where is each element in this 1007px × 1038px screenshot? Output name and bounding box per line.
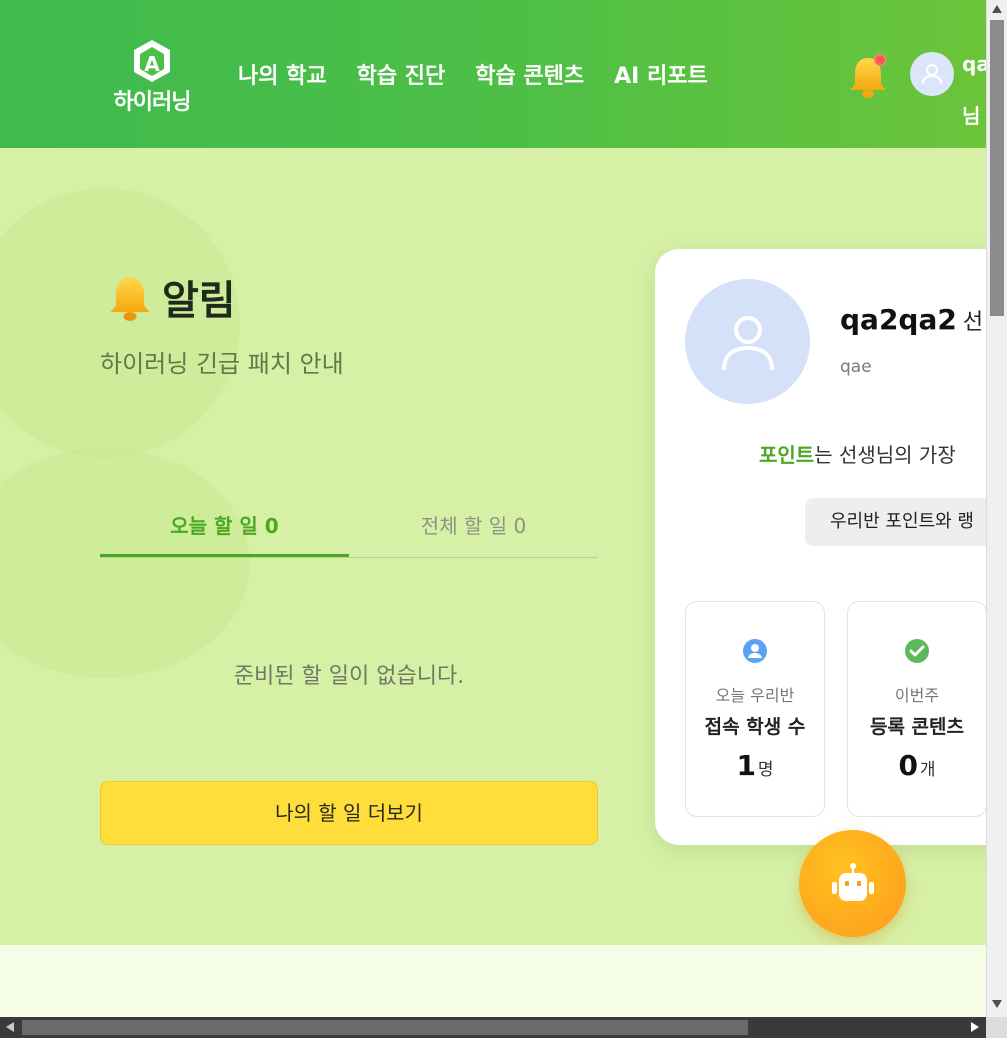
- nav-my-school[interactable]: 나의 학교: [238, 58, 327, 90]
- todo-tabs: 오늘 할 일 0 전체 할 일 0: [100, 504, 598, 558]
- profile-name: qa2qa2 선: [840, 303, 983, 336]
- nav-ai-report[interactable]: AI 리포트: [614, 58, 708, 90]
- page: A 하이러닝 나의 학교 학습 진단 학습 콘텐츠 AI 리포트 qa 님 알림…: [0, 0, 986, 1017]
- notice-title: 알림: [104, 268, 236, 326]
- stat-value: 1명: [686, 749, 824, 782]
- profile-name-suffix: 선: [962, 310, 984, 335]
- stat-card-students: 오늘 우리반 접속 학생 수 1명: [685, 601, 825, 817]
- notification-button[interactable]: [846, 52, 890, 100]
- stat-value: 0개: [848, 749, 986, 782]
- check-circle-icon: [905, 639, 929, 663]
- stat-label-top: 이번주: [894, 686, 940, 705]
- todo-empty-message: 준비된 할 일이 없습니다.: [233, 664, 465, 689]
- logo-text: 하이러닝: [113, 90, 192, 115]
- nav-learning-diagnosis[interactable]: 학습 진단: [357, 58, 446, 90]
- stat-unit: 명: [757, 760, 774, 780]
- logo[interactable]: A 하이러닝: [104, 38, 200, 115]
- tab-all-todo[interactable]: 전체 할 일 0: [349, 504, 598, 557]
- points-description: 포인트는 선생님의 가장: [759, 439, 956, 468]
- horizontal-scroll-thumb[interactable]: [22, 1020, 748, 1035]
- scroll-up-arrow-icon[interactable]: [992, 5, 1002, 13]
- main-nav: 나의 학교 학습 진단 학습 콘텐츠 AI 리포트: [238, 58, 708, 90]
- stat-unit: 개: [919, 760, 936, 780]
- class-points-ranking-button[interactable]: 우리반 포인트와 랭: [805, 498, 986, 546]
- user-name[interactable]: qa 님: [962, 38, 986, 142]
- profile-card: qa2qa2 선 qae 포인트는 선생님의 가장 우리반 포인트와 랭 오늘 우…: [655, 249, 986, 845]
- user-circle-icon: [743, 639, 767, 663]
- stat-number: 1: [736, 749, 756, 782]
- profile-id: qae: [840, 357, 872, 377]
- bell-icon: [110, 277, 150, 321]
- main-section: 알림 하이러닝 긴급 패치 안내 오늘 할 일 0 전체 할 일 0 준비된 할…: [0, 148, 986, 945]
- scroll-right-arrow-icon[interactable]: [971, 1022, 979, 1032]
- profile-avatar: [685, 279, 810, 404]
- top-header: A 하이러닝 나의 학교 학습 진단 학습 콘텐츠 AI 리포트 qa 님: [0, 0, 986, 148]
- scroll-down-arrow-icon[interactable]: [992, 1000, 1002, 1008]
- nav-learning-content[interactable]: 학습 콘텐츠: [475, 58, 584, 90]
- user-icon: [922, 64, 942, 85]
- stat-number: 0: [898, 749, 918, 782]
- points-text: 는 선생님의 가장: [814, 443, 956, 467]
- vertical-scrollbar[interactable]: [986, 0, 1007, 1017]
- robot-icon: [831, 862, 874, 901]
- vertical-scroll-thumb[interactable]: [990, 20, 1004, 316]
- user-name-line1: qa: [962, 52, 986, 76]
- tab-today-todo[interactable]: 오늘 할 일 0: [100, 504, 349, 557]
- profile-name-text: qa2qa2: [840, 303, 957, 336]
- stat-label-top: 오늘 우리반: [715, 686, 795, 705]
- horizontal-scrollbar[interactable]: [0, 1017, 986, 1038]
- points-highlight: 포인트: [759, 443, 815, 467]
- scrollbar-corner: [986, 1017, 1007, 1038]
- notice-link[interactable]: 하이러닝 긴급 패치 안내: [100, 344, 344, 379]
- notice-title-text: 알림: [162, 278, 236, 324]
- notification-badge: [874, 54, 886, 66]
- stat-card-contents: 이번주 등록 콘텐츠 0개: [847, 601, 986, 817]
- ai-chatbot-button[interactable]: [799, 830, 906, 937]
- user-avatar[interactable]: [910, 52, 954, 96]
- stat-label-main: 등록 콘텐츠: [869, 716, 964, 738]
- svg-text:A: A: [144, 52, 160, 76]
- stat-label-main: 접속 학생 수: [704, 716, 806, 738]
- user-icon: [721, 315, 774, 370]
- logo-mark-icon: A: [134, 40, 170, 82]
- user-name-line2: 님: [962, 104, 981, 128]
- more-todo-button[interactable]: 나의 할 일 더보기: [100, 781, 598, 845]
- scroll-left-arrow-icon[interactable]: [6, 1022, 14, 1032]
- background-circle: [0, 448, 250, 678]
